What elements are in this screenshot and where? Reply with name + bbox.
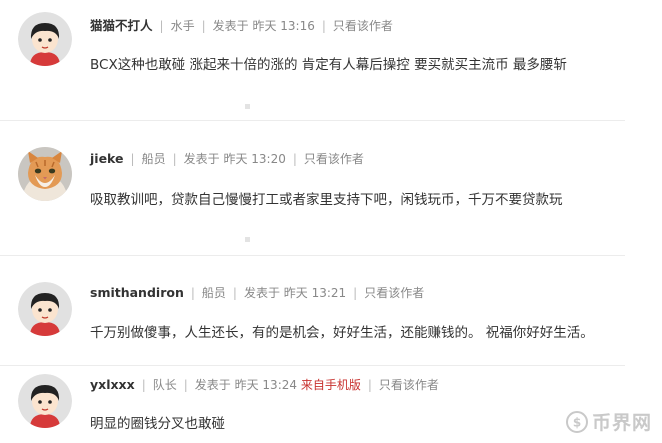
separator: |: [367, 378, 372, 392]
username-link[interactable]: yxlxxx: [90, 377, 135, 392]
separator: |: [183, 378, 188, 392]
cartoon-avatar-icon: [18, 282, 72, 336]
separator: |: [190, 286, 195, 300]
username-link[interactable]: 猫猫不打人: [90, 18, 153, 33]
user-avatar[interactable]: [18, 12, 72, 66]
only-author-link[interactable]: 只看该作者: [364, 286, 424, 300]
cartoon-avatar-icon: [18, 12, 72, 66]
username-link[interactable]: jieke: [90, 151, 124, 166]
user-rank: 队长: [152, 378, 177, 392]
separator: |: [353, 286, 358, 300]
separator: |: [141, 378, 146, 392]
post-time: 发表于 昨天 13:24: [194, 378, 298, 392]
post-time: 发表于 昨天 13:20: [183, 152, 286, 166]
username-link[interactable]: smithandiron: [90, 285, 184, 300]
only-author-link[interactable]: 只看该作者: [333, 19, 393, 33]
post-content: 明显的圈钱分叉也敢碰: [90, 416, 225, 432]
mobile-source-link[interactable]: 来自手机版: [301, 378, 361, 392]
separator: |: [232, 286, 237, 300]
separator: |: [159, 19, 164, 33]
coin-logo-icon: $: [565, 410, 588, 433]
separator: |: [201, 19, 206, 33]
separator: |: [172, 152, 177, 166]
post-divider: [0, 120, 625, 121]
user-avatar[interactable]: [18, 374, 72, 428]
post-meta: jieke | 船员 | 发表于 昨天 13:20 | 只看该作者: [90, 150, 364, 167]
post-time: 发表于 昨天 13:21: [243, 286, 347, 300]
separator: |: [130, 152, 135, 166]
user-avatar[interactable]: [18, 282, 72, 336]
post-content: 千万别做傻事，人生还长，有的是机会，好好生活，还能赚钱的。 祝福你好好生活。: [90, 325, 594, 341]
cartoon-avatar-icon: [18, 374, 72, 428]
site-watermark: $ 币界网: [565, 408, 652, 435]
separator: |: [321, 19, 326, 33]
user-rank: 水手: [170, 19, 195, 33]
post-content: BCX这种也敢碰 涨起来十倍的涨的 肯定有人幕后操控 要买就买主流币 最多腰斩: [90, 57, 567, 73]
user-avatar[interactable]: [18, 147, 72, 201]
watermark-text: 币界网: [591, 412, 652, 434]
cat-photo-avatar-icon: [18, 147, 72, 201]
separator: |: [292, 152, 297, 166]
svg-text:$: $: [573, 415, 581, 429]
post-meta: 猫猫不打人 | 水手 | 发表于 昨天 13:16 | 只看该作者: [90, 15, 393, 34]
post-content: 吸取教训吧，贷款自己慢慢打工或者家里支持下吧，闲钱玩币，千万不要贷款玩: [90, 192, 563, 208]
user-rank: 船员: [201, 286, 226, 300]
user-rank: 船员: [141, 152, 166, 166]
divider-mark: [245, 104, 250, 109]
post-meta: yxlxxx | 队长 | 发表于 昨天 13:24 来自手机版 | 只看该作者: [90, 376, 439, 393]
post-divider: [0, 365, 625, 366]
divider-mark: [245, 237, 250, 242]
only-author-link[interactable]: 只看该作者: [379, 378, 439, 392]
only-author-link[interactable]: 只看该作者: [304, 152, 364, 166]
post-divider: [0, 255, 625, 256]
post-time: 发表于 昨天 13:16: [212, 19, 315, 33]
post-meta: smithandiron | 船员 | 发表于 昨天 13:21 | 只看该作者: [90, 284, 424, 301]
